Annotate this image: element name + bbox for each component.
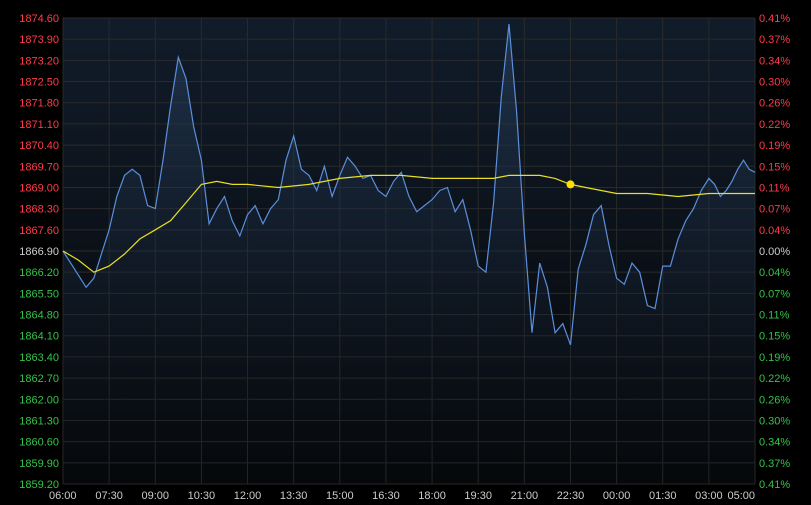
y-tick-label-left: 1860.60 bbox=[19, 437, 59, 449]
x-tick-label: 07:30 bbox=[95, 490, 123, 502]
x-tick-label: 18:00 bbox=[418, 490, 446, 502]
x-tick-label: 06:00 bbox=[49, 490, 77, 502]
y-tick-label-left: 1859.90 bbox=[19, 458, 59, 470]
y-tick-label-right: 0.11% bbox=[759, 182, 790, 194]
y-tick-label-left: 1867.60 bbox=[19, 225, 59, 237]
y-tick-label-left: 1862.70 bbox=[19, 373, 59, 385]
x-tick-label: 22:30 bbox=[557, 490, 585, 502]
y-tick-label-right: 0.37% bbox=[759, 458, 790, 470]
y-tick-label-left: 1868.30 bbox=[19, 204, 59, 216]
y-tick-label-right: 0.19% bbox=[759, 352, 790, 364]
y-tick-label-right: 0.15% bbox=[759, 161, 790, 173]
y-tick-label-left: 1861.30 bbox=[19, 415, 59, 427]
y-tick-label-left: 1872.50 bbox=[19, 77, 59, 89]
x-tick-label: 01:30 bbox=[649, 490, 677, 502]
y-tick-label-left: 1862.00 bbox=[19, 394, 59, 406]
y-tick-label-right: 0.19% bbox=[759, 140, 790, 152]
y-tick-label-right: 0.34% bbox=[759, 437, 790, 449]
y-tick-label-right: 0.07% bbox=[759, 204, 790, 216]
x-tick-label: 10:30 bbox=[188, 490, 216, 502]
y-axis-right: 0.41% 0.37% 0.34% 0.30% 0.26% 0.22% 0.19% 0.15%… bbox=[759, 13, 790, 491]
y-tick-label-left: 1874.60 bbox=[19, 13, 59, 25]
y-tick-label-right: 0.00% bbox=[759, 246, 790, 258]
y-tick-label-left: 1866.20 bbox=[19, 267, 59, 279]
y-tick-label-right: 0.37% bbox=[759, 34, 790, 46]
y-tick-label-right: 0.07% bbox=[759, 288, 790, 300]
intraday-price-chart: 1874.60 1873.90 1873.20 1872.50 1871.80 1871.… bbox=[19, 13, 790, 502]
y-tick-label-left: 1869.70 bbox=[19, 161, 59, 173]
y-tick-label-left: 1864.80 bbox=[19, 310, 59, 322]
y-tick-label-right: 0.41% bbox=[759, 13, 790, 25]
y-tick-label-right: 0.04% bbox=[759, 267, 790, 279]
y-tick-label-right: 0.30% bbox=[759, 415, 790, 427]
y-tick-label-left: 1871.80 bbox=[19, 98, 59, 110]
y-tick-label-right: 0.04% bbox=[759, 225, 790, 237]
y-tick-label-left: 1866.90 bbox=[19, 246, 59, 258]
y-tick-label-right: 0.26% bbox=[759, 98, 790, 110]
y-tick-label-right: 0.26% bbox=[759, 394, 790, 406]
x-axis: 06:00 07:30 09:00 10:30 12:00 13:30 15:00 16:30… bbox=[49, 490, 755, 502]
y-axis-left: 1874.60 1873.90 1873.20 1872.50 1871.80 1871.… bbox=[19, 13, 59, 491]
y-tick-label-right: 0.22% bbox=[759, 119, 790, 131]
y-tick-label-left: 1873.20 bbox=[19, 55, 59, 67]
y-tick-label-left: 1863.40 bbox=[19, 352, 59, 364]
x-tick-label: 13:30 bbox=[280, 490, 308, 502]
x-tick-label: 12:00 bbox=[234, 490, 262, 502]
x-tick-label: 16:30 bbox=[372, 490, 400, 502]
y-tick-label-right: 0.30% bbox=[759, 77, 790, 89]
y-tick-label-right: 0.15% bbox=[759, 331, 790, 343]
y-tick-label-left: 1873.90 bbox=[19, 34, 59, 46]
y-tick-label-right: 0.41% bbox=[759, 479, 790, 491]
x-tick-label: 09:00 bbox=[142, 490, 170, 502]
current-point-marker bbox=[566, 180, 575, 189]
y-tick-label-left: 1870.40 bbox=[19, 140, 59, 152]
x-tick-label: 00:00 bbox=[603, 490, 631, 502]
x-tick-label: 21:00 bbox=[511, 490, 539, 502]
x-tick-label: 19:30 bbox=[464, 490, 492, 502]
y-tick-label-left: 1869.00 bbox=[19, 182, 59, 194]
x-tick-label: 03:00 bbox=[695, 490, 723, 502]
y-tick-label-left: 1865.50 bbox=[19, 288, 59, 300]
x-tick-label: 15:00 bbox=[326, 490, 354, 502]
y-tick-label-right: 0.22% bbox=[759, 373, 790, 385]
x-tick-label: 05:00 bbox=[727, 490, 755, 502]
y-tick-label-left: 1864.10 bbox=[19, 331, 59, 343]
y-tick-label-right: 0.34% bbox=[759, 55, 790, 67]
y-tick-label-right: 0.11% bbox=[759, 310, 790, 322]
y-tick-label-left: 1871.10 bbox=[19, 119, 59, 131]
